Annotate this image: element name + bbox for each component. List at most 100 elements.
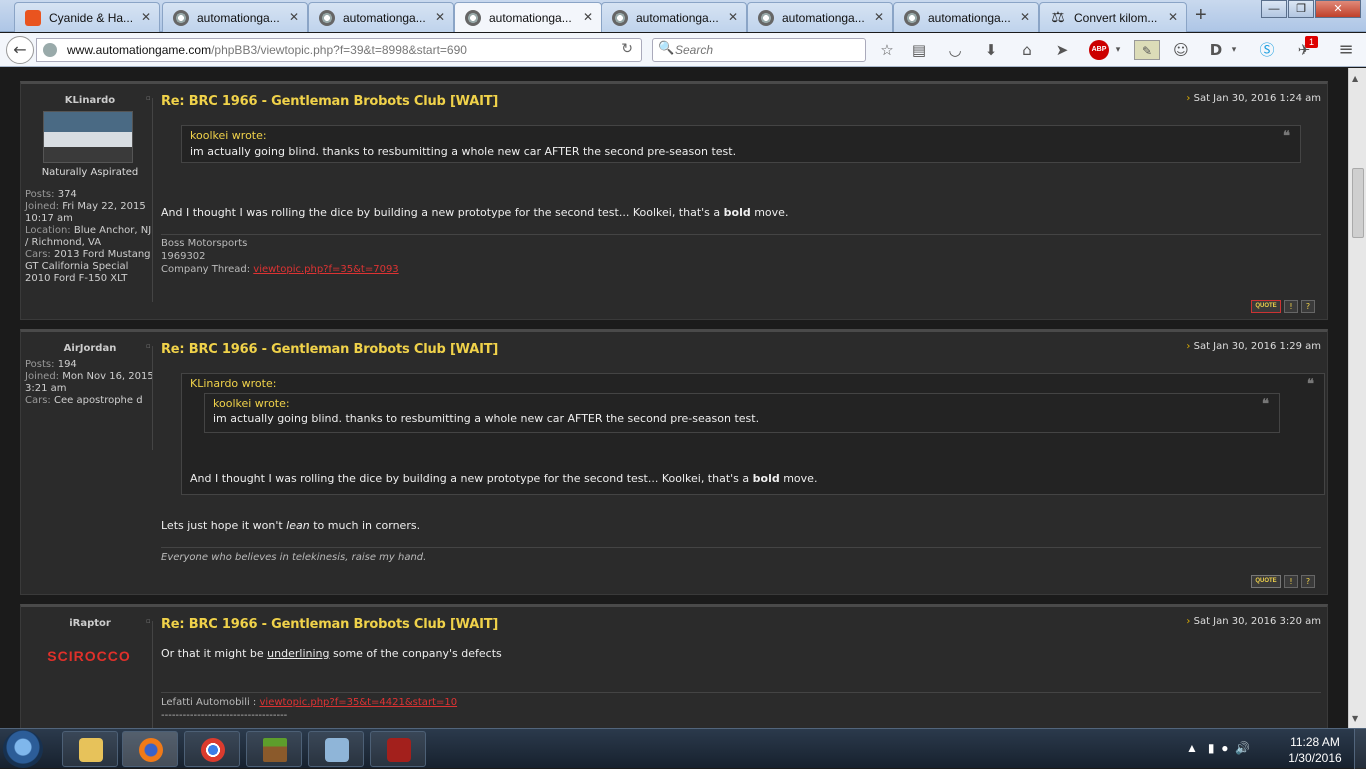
signature-link[interactable]: viewtopic.php?f=35&t=7093 (253, 264, 398, 275)
clock-date: 1/30/2016 (1288, 751, 1342, 765)
new-tab-button[interactable]: + (1195, 4, 1207, 27)
start-button[interactable] (3, 730, 43, 768)
explorer-taskbar-button[interactable] (62, 731, 118, 767)
dashlane-menu-icon[interactable]: ▾ (1224, 40, 1244, 60)
home-icon[interactable]: ⌂ (1017, 40, 1037, 60)
signal-icon[interactable]: ▮ (1208, 741, 1215, 755)
dashlane-icon[interactable]: D (1206, 40, 1226, 60)
close-window-button[interactable]: ✕ (1315, 0, 1361, 18)
browser-tab-convert[interactable]: ⚖ Convert kilom... ✕ (1039, 2, 1187, 32)
quote-mark-icon: ❝ (1262, 397, 1269, 412)
post-arrow-icon: ▫ (146, 617, 151, 625)
vertical-scrollbar[interactable]: ▲ ▼ (1348, 68, 1366, 728)
post-author[interactable]: AirJordan (25, 343, 155, 355)
folder-icon (79, 738, 103, 762)
post-title[interactable]: Re: BRC 1966 - Gentleman Brobots Club [W… (161, 617, 498, 632)
profile-cars: Cars: 2013 Ford Mustang GT California Sp… (25, 249, 151, 284)
post-buttons: QUOTE ! ? (1251, 300, 1315, 314)
close-tab-icon[interactable]: ✕ (728, 10, 738, 24)
browser-tab-cyanide[interactable]: Cyanide & Ha... ✕ (14, 2, 160, 32)
profile-posts: Posts: 374 (25, 189, 77, 200)
signature: Boss Motorsports 1969302 Company Thread:… (161, 238, 399, 275)
nested-quote-box: koolkei wrote: ❝ im actually going blind… (204, 393, 1280, 433)
close-tab-icon[interactable]: ✕ (583, 10, 593, 24)
warn-button[interactable]: ! (1284, 575, 1298, 588)
tab-label: automationga... (489, 11, 572, 25)
globe-icon (43, 43, 57, 57)
quote-text: im actually going blind. thanks to resbu… (213, 412, 760, 425)
tab-bar: Cyanide & Ha... ✕ automationga... ✕ auto… (0, 0, 1366, 32)
tray-expand-icon[interactable]: ▲ (1186, 741, 1198, 755)
firefox-icon (139, 738, 163, 762)
quote-button[interactable]: QUOTE (1251, 300, 1281, 313)
signature-link[interactable]: viewtopic.php?f=35&t=4421&start=10 (260, 697, 458, 708)
browser-tab-automation-active[interactable]: automationga... ✕ (454, 2, 602, 32)
search-input[interactable] (675, 42, 855, 58)
minimize-button[interactable]: — (1261, 0, 1287, 18)
pocket-icon[interactable]: ◡ (945, 40, 965, 60)
scroll-down-icon[interactable]: ▼ (1352, 714, 1358, 723)
post-author[interactable]: iRaptor (25, 618, 155, 630)
gear-favicon-icon (904, 10, 920, 26)
post-date: › Sat Jan 30, 2016 1:24 am (1186, 93, 1321, 104)
browser-tab-automation-4[interactable]: automationga... ✕ (601, 2, 747, 32)
post-body: And I thought I was rolling the dice by … (161, 206, 789, 219)
download-icon[interactable]: ⬇ (981, 40, 1001, 60)
adblock-icon[interactable]: ABP (1089, 40, 1109, 60)
scales-favicon-icon: ⚖ (1051, 9, 1065, 26)
adblock-menu-icon[interactable]: ▾ (1108, 40, 1128, 60)
warn-button[interactable]: ! (1284, 300, 1298, 313)
back-button[interactable]: ← (6, 36, 34, 64)
menu-icon[interactable]: ≡ (1336, 40, 1356, 60)
search-box[interactable]: 🔍 (652, 38, 866, 62)
scroll-thumb[interactable] (1352, 168, 1364, 238)
browser-tab-automation-6[interactable]: automationga... ✕ (893, 2, 1039, 32)
control-panel-taskbar-button[interactable] (308, 731, 364, 767)
profile-location: Location: Blue Anchor, NJ / Richmond, VA (25, 225, 152, 248)
chat-icon[interactable]: ☺ (1171, 40, 1191, 60)
bookmarks-list-icon[interactable]: ▤ (909, 40, 929, 60)
close-tab-icon[interactable]: ✕ (874, 10, 884, 24)
browser-tab-automation-1[interactable]: automationga... ✕ (162, 2, 308, 32)
notes-icon[interactable]: ✎ (1134, 40, 1160, 60)
close-tab-icon[interactable]: ✕ (1020, 10, 1030, 24)
dota-taskbar-button[interactable] (370, 731, 426, 767)
url-text[interactable]: www.automationgame.com/phpBB3/viewtopic.… (67, 43, 467, 57)
chrome-icon (201, 738, 225, 762)
report-button[interactable]: ? (1301, 575, 1315, 588)
skype-icon[interactable]: Ⓢ (1257, 40, 1277, 60)
navigation-bar: ← www.automationgame.com/phpBB3/viewtopi… (0, 33, 1366, 67)
gear-favicon-icon (758, 10, 774, 26)
browser-tab-automation-2[interactable]: automationga... ✕ (308, 2, 454, 32)
firefox-taskbar-button[interactable] (122, 731, 178, 767)
post-author[interactable]: KLinardo (25, 95, 155, 107)
reload-icon[interactable]: ↻ (621, 41, 633, 57)
forum-post: KLinardo Naturally Aspirated Posts: 374 … (20, 81, 1328, 320)
maximize-button[interactable]: ❐ (1288, 0, 1314, 18)
close-tab-icon[interactable]: ✕ (1168, 10, 1178, 24)
close-tab-icon[interactable]: ✕ (289, 10, 299, 24)
send-icon[interactable]: ➤ (1052, 40, 1072, 60)
close-tab-icon[interactable]: ✕ (141, 10, 151, 24)
url-bar[interactable]: www.automationgame.com/phpBB3/viewtopic.… (36, 38, 642, 62)
tab-label: automationga... (782, 11, 865, 25)
show-desktop-button[interactable] (1354, 729, 1366, 769)
signature-divider (161, 234, 1321, 235)
browser-tab-automation-5[interactable]: automationga... ✕ (747, 2, 893, 32)
quote-button[interactable]: QUOTE (1251, 575, 1281, 588)
close-tab-icon[interactable]: ✕ (435, 10, 445, 24)
bookmark-star-icon[interactable]: ☆ (877, 40, 897, 60)
clock[interactable]: 11:28 AM 1/30/2016 (1280, 734, 1350, 766)
network-icon[interactable]: ● (1221, 741, 1228, 755)
post-title[interactable]: Re: BRC 1966 - Gentleman Brobots Club [W… (161, 94, 498, 109)
tab-label: automationga... (636, 11, 719, 25)
minecraft-taskbar-button[interactable] (246, 731, 302, 767)
quote-box: koolkei wrote: ❝ im actually going blind… (181, 125, 1301, 163)
post-title[interactable]: Re: BRC 1966 - Gentleman Brobots Club [W… (161, 342, 498, 357)
scroll-up-icon[interactable]: ▲ (1352, 74, 1358, 83)
quote-text: im actually going blind. thanks to resbu… (190, 145, 737, 158)
chrome-taskbar-button[interactable] (184, 731, 240, 767)
volume-icon[interactable]: 🔊 (1235, 741, 1250, 755)
report-button[interactable]: ? (1301, 300, 1315, 313)
post-profile: KLinardo Naturally Aspirated Posts: 374 … (25, 95, 155, 285)
